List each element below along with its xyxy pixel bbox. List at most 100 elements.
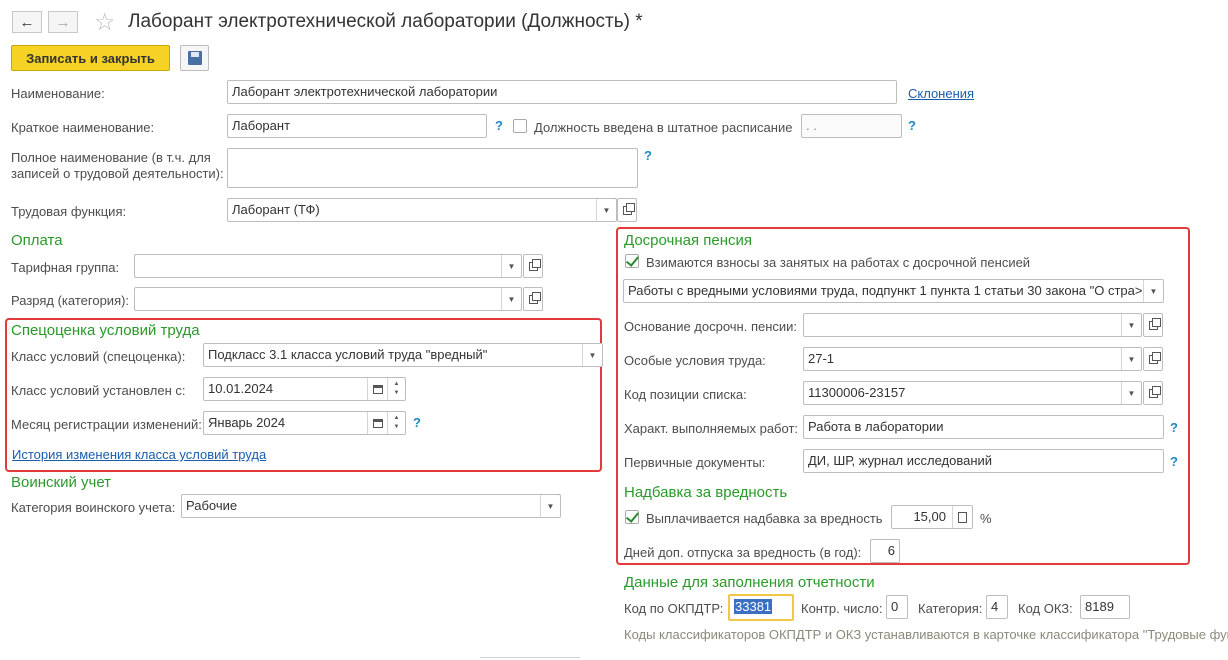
- open-icon[interactable]: [1143, 381, 1163, 405]
- bottom-divider: [480, 657, 580, 658]
- save-button[interactable]: [180, 45, 209, 71]
- floppy-disk-icon: [187, 51, 202, 65]
- full-name-label-line1: Полное наименование (в т.ч. для: [11, 150, 211, 165]
- name-label: Наименование:: [11, 86, 105, 101]
- tariff-group-label: Тарифная группа:: [11, 260, 120, 275]
- declensions-link[interactable]: Склонения: [908, 86, 974, 101]
- calendar-icon[interactable]: [367, 412, 387, 434]
- calculator-icon[interactable]: [952, 506, 972, 528]
- hazard-bonus-section-title: Надбавка за вредность: [624, 484, 788, 501]
- labor-function-label: Трудовая функция:: [11, 204, 127, 219]
- special-conditions-value: 27-1: [808, 351, 835, 366]
- staff-date-help-icon[interactable]: ?: [908, 118, 916, 133]
- name-value: Лаборант электротехнической лаборатории: [232, 84, 498, 99]
- full-name-textarea[interactable]: [227, 148, 638, 188]
- hazard-bonus-label: Выплачивается надбавка за вредность: [646, 511, 883, 526]
- open-icon[interactable]: [1143, 347, 1163, 371]
- hazard-bonus-percent-input[interactable]: 15,00: [891, 505, 973, 529]
- category-label: Категория:: [918, 601, 983, 616]
- name-input[interactable]: Лаборант электротехнической лаборатории: [227, 80, 897, 104]
- chevron-down-icon[interactable]: ▼: [501, 255, 521, 277]
- work-character-value: Работа в лаборатории: [808, 419, 944, 434]
- staff-schedule-label: Должность введена в штатное расписание: [534, 120, 793, 135]
- hazard-bonus-checkbox[interactable]: [625, 510, 639, 524]
- okpdtr-value: 33381: [734, 599, 773, 614]
- star-icon[interactable]: ☆: [94, 8, 116, 37]
- hazard-bonus-percent-value: 15,00: [913, 509, 946, 524]
- grade-label: Разряд (категория):: [11, 293, 130, 308]
- open-icon[interactable]: [1143, 313, 1163, 337]
- okz-input[interactable]: 8189: [1080, 595, 1130, 619]
- category-input[interactable]: 4: [986, 595, 1008, 619]
- work-character-help-icon[interactable]: ?: [1170, 420, 1178, 435]
- okpdtr-input[interactable]: 33381: [728, 594, 794, 621]
- conditions-class-label: Класс условий (спецоценка):: [11, 349, 186, 364]
- open-icon[interactable]: [617, 198, 637, 222]
- chevron-down-icon[interactable]: ▼: [596, 199, 616, 221]
- short-name-help-icon[interactable]: ?: [495, 118, 503, 133]
- position-code-label: Код позиции списка:: [624, 387, 747, 402]
- grade-select[interactable]: ▼: [134, 287, 522, 311]
- open-icon[interactable]: [523, 287, 543, 311]
- class-established-label: Класс условий установлен с:: [11, 383, 186, 398]
- class-history-link[interactable]: История изменения класса условий труда: [12, 447, 266, 462]
- contributions-label: Взимаются взносы за занятых на работах с…: [646, 255, 1031, 270]
- extra-leave-input[interactable]: 6: [870, 539, 900, 563]
- forward-button[interactable]: →: [48, 11, 78, 33]
- special-assessment-section-title: Спецоценка условий труда: [11, 322, 200, 339]
- special-conditions-select[interactable]: 27-1 ▼: [803, 347, 1142, 371]
- work-type-select[interactable]: Работы с вредными условиями труда, подпу…: [623, 279, 1164, 303]
- staff-date-value: . .: [806, 118, 817, 133]
- chevron-down-icon[interactable]: ▼: [1121, 382, 1141, 404]
- military-section-title: Воинский учет: [11, 474, 112, 491]
- position-code-value: 11300006-23157: [808, 385, 906, 400]
- registration-month-label: Месяц регистрации изменений:: [11, 417, 202, 432]
- chevron-down-icon[interactable]: ▼: [540, 495, 560, 517]
- chevron-down-icon[interactable]: ▼: [1143, 280, 1163, 302]
- save-and-close-button[interactable]: Записать и закрыть: [11, 45, 170, 71]
- full-name-label-line2: записей о трудовой деятельности):: [11, 166, 224, 181]
- short-name-label: Краткое наименование:: [11, 120, 155, 135]
- short-name-input[interactable]: Лаборант: [227, 114, 487, 138]
- tariff-group-select[interactable]: ▼: [134, 254, 522, 278]
- contributions-checkbox[interactable]: [625, 254, 639, 268]
- staff-date-input[interactable]: . .: [801, 114, 902, 138]
- open-icon[interactable]: [523, 254, 543, 278]
- work-type-value: Работы с вредными условиями труда, подпу…: [628, 283, 1143, 298]
- reporting-section-title: Данные для заполнения отчетности: [624, 574, 875, 591]
- chevron-down-icon[interactable]: ▼: [1121, 348, 1141, 370]
- work-character-input[interactable]: Работа в лаборатории: [803, 415, 1164, 439]
- chevron-down-icon[interactable]: ▼: [1121, 314, 1141, 336]
- pension-basis-select[interactable]: ▼: [803, 313, 1142, 337]
- work-character-label: Характ. выполняемых работ:: [624, 421, 799, 436]
- short-name-value: Лаборант: [232, 118, 291, 133]
- staff-schedule-checkbox[interactable]: [513, 119, 527, 133]
- okpdtr-label: Код по ОКПДТР:: [624, 601, 724, 616]
- labor-function-select[interactable]: Лаборант (ТФ) ▼: [227, 198, 617, 222]
- military-category-select[interactable]: Рабочие ▼: [181, 494, 561, 518]
- chevron-down-icon[interactable]: ▼: [582, 344, 602, 366]
- full-name-help-icon[interactable]: ?: [644, 148, 652, 163]
- calendar-icon[interactable]: [367, 378, 387, 400]
- class-established-date-input[interactable]: 10.01.2024 ▲ ▼: [203, 377, 406, 401]
- primary-docs-value: ДИ, ШР, журнал исследований: [808, 453, 993, 468]
- primary-docs-input[interactable]: ДИ, ШР, журнал исследований: [803, 449, 1164, 473]
- spin-icon[interactable]: ▲ ▼: [387, 378, 405, 400]
- back-button[interactable]: ←: [12, 11, 42, 33]
- spin-icon[interactable]: ▲ ▼: [387, 412, 405, 434]
- check-number-input[interactable]: 0: [886, 595, 908, 619]
- save-and-close-label: Записать и закрыть: [26, 50, 155, 66]
- special-conditions-label: Особые условия труда:: [624, 353, 766, 368]
- registration-month-help-icon[interactable]: ?: [413, 415, 421, 430]
- chevron-down-icon[interactable]: ▼: [501, 288, 521, 310]
- position-code-select[interactable]: 11300006-23157 ▼: [803, 381, 1142, 405]
- registration-month-input[interactable]: Январь 2024 ▲ ▼: [203, 411, 406, 435]
- primary-docs-help-icon[interactable]: ?: [1170, 454, 1178, 469]
- pension-basis-label: Основание досрочн. пенсии:: [624, 319, 798, 334]
- early-pension-section-title: Досрочная пенсия: [624, 232, 753, 249]
- okz-label: Код ОКЗ:: [1018, 601, 1073, 616]
- conditions-class-select[interactable]: Подкласс 3.1 класса условий труда "вредн…: [203, 343, 603, 367]
- check-number-label: Контр. число:: [801, 601, 883, 616]
- military-category-value: Рабочие: [186, 498, 238, 513]
- percent-sign: %: [980, 511, 992, 526]
